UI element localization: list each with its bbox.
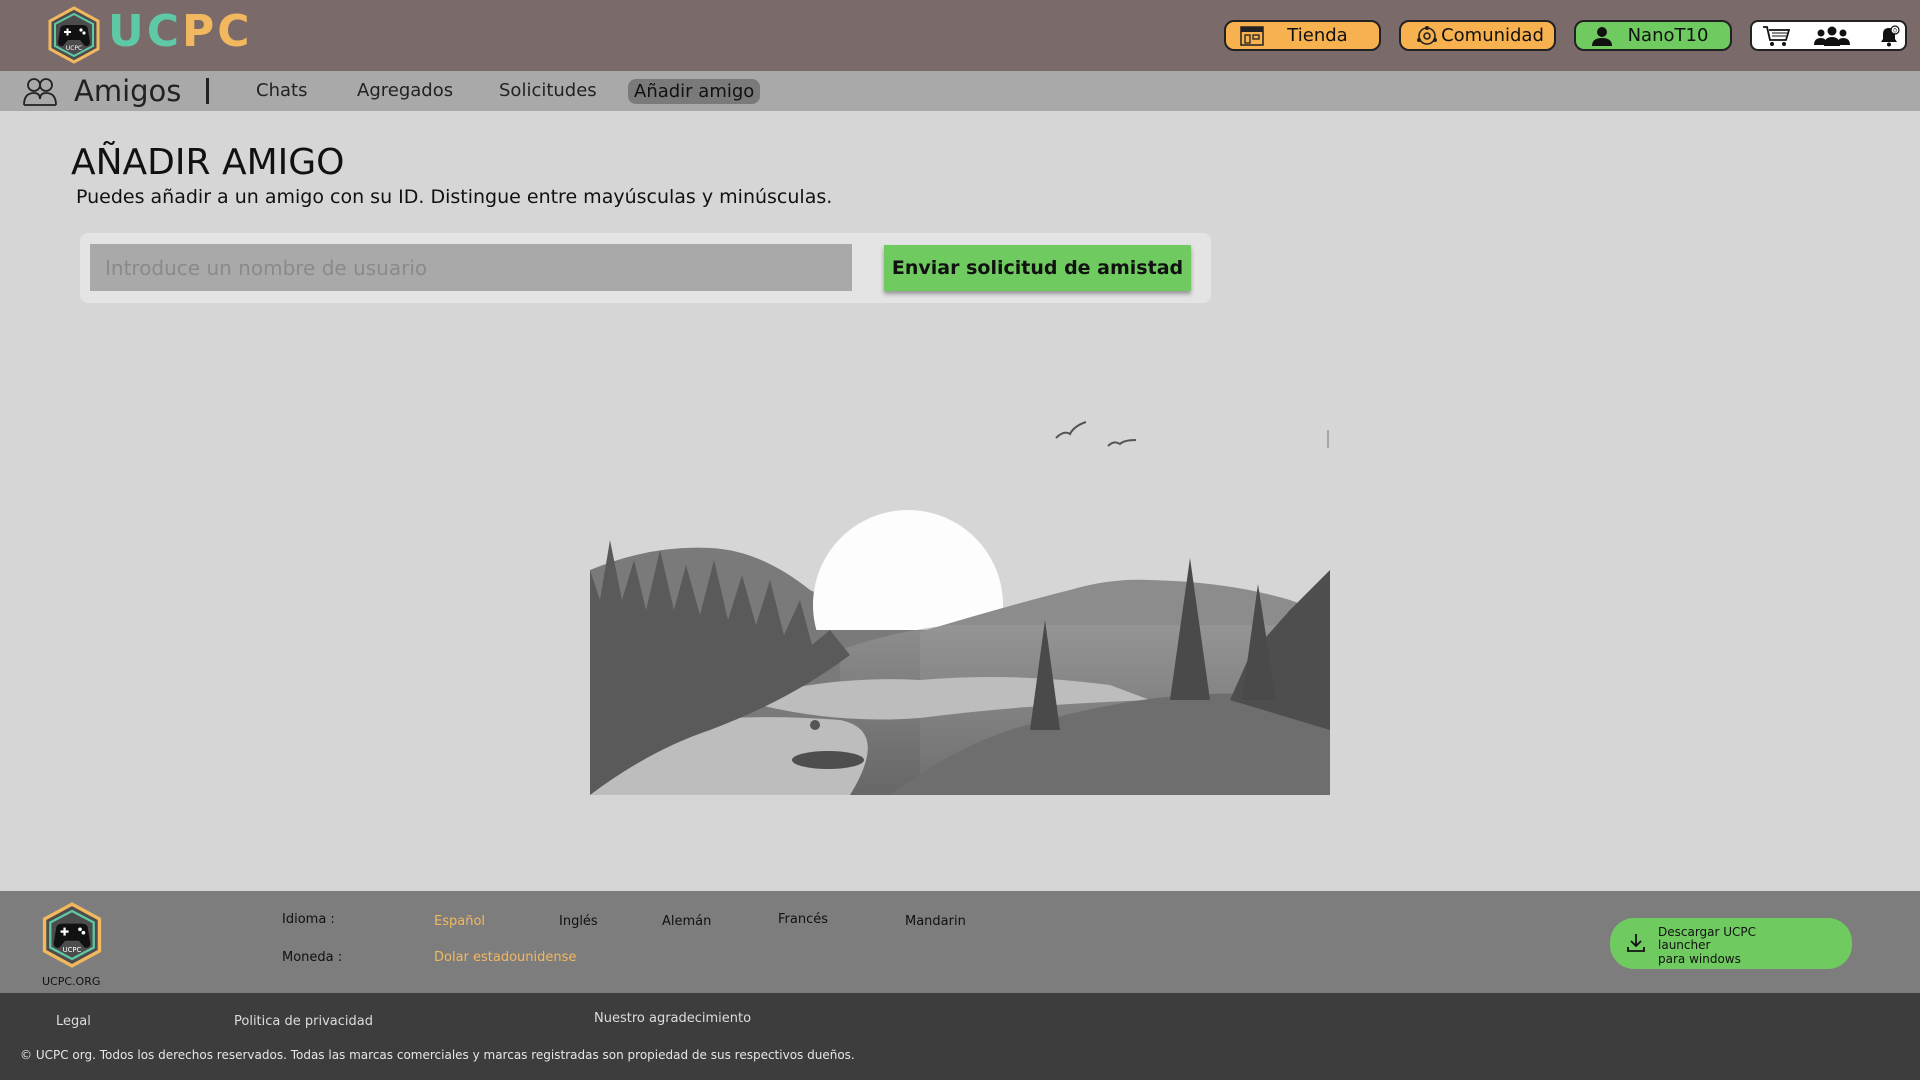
send-friend-request-button[interactable]: Enviar solicitud de amistad	[884, 245, 1191, 291]
brand-wordmark[interactable]: UCPC	[108, 6, 253, 57]
copyright-notice: © UCPC org. Todos los derechos reservado…	[20, 1048, 855, 1062]
cart-icon[interactable]	[1762, 25, 1790, 47]
footer-site-label: UCPC.ORG	[42, 975, 101, 988]
tab-agregados[interactable]: Agregados	[357, 80, 453, 101]
add-friend-form: Enviar solicitud de amistad	[80, 233, 1211, 303]
friends-icon[interactable]	[1814, 25, 1850, 47]
footer-legal: Legal Politica de privacidad Nuestro agr…	[0, 993, 1920, 1080]
download-launcher-button[interactable]: Descargar UCPC launcher para windows	[1610, 918, 1852, 969]
page-description: Puedes añadir a un amigo con su ID. Dist…	[76, 186, 833, 208]
language-option-french[interactable]: Francés	[778, 912, 828, 927]
section-divider	[206, 78, 209, 104]
acknowledgements-link[interactable]: Nuestro agradecimiento	[594, 1011, 751, 1026]
svg-text:UCPC: UCPC	[63, 946, 82, 954]
download-label: Descargar UCPC launcher	[1658, 925, 1757, 952]
tab-add-friend[interactable]: Añadir amigo	[628, 79, 761, 104]
currency-label: Moneda :	[282, 950, 343, 965]
language-option-german[interactable]: Alemán	[662, 914, 711, 929]
language-option-mandarin[interactable]: Mandarin	[905, 914, 966, 929]
quick-actions-bar: 0	[1750, 20, 1907, 51]
user-label: NanoT10	[1627, 25, 1709, 46]
top-navigation-bar: UCPC UCPC Tienda Comunidad NanoT10 0	[0, 0, 1920, 71]
language-option-english[interactable]: Inglés	[559, 914, 598, 929]
notifications-icon[interactable]: 0	[1878, 25, 1900, 47]
svg-text:0: 0	[1893, 28, 1897, 35]
svg-text:UCPC: UCPC	[66, 45, 82, 52]
privacy-policy-link[interactable]: Politica de privacidad	[234, 1014, 373, 1029]
legal-link[interactable]: Legal	[56, 1014, 91, 1029]
community-label: Comunidad	[1441, 25, 1544, 46]
store-button[interactable]: Tienda	[1224, 20, 1381, 51]
landscape-illustration	[590, 421, 1330, 795]
footer-logo-icon[interactable]: UCPC	[40, 901, 104, 969]
tab-chats[interactable]: Chats	[256, 80, 307, 101]
gamepad-logo-icon[interactable]: UCPC	[46, 6, 102, 64]
friends-subnav: Amigos Chats Agregados Solicitudes Añadi…	[0, 71, 1920, 111]
footer-settings: UCPC UCPC.ORG Idioma : Español Inglés Al…	[0, 891, 1920, 993]
community-button[interactable]: Comunidad	[1399, 20, 1556, 51]
store-label: Tienda	[1287, 25, 1348, 46]
page-title: AÑADIR AMIGO	[71, 142, 345, 183]
language-option-spanish[interactable]: Español	[434, 914, 485, 929]
currency-value[interactable]: Dolar estadounidense	[434, 950, 576, 965]
username-input[interactable]	[90, 244, 852, 291]
user-profile-button[interactable]: NanoT10	[1574, 20, 1732, 51]
friends-section-icon	[23, 78, 57, 106]
download-icon	[1627, 934, 1645, 952]
section-title: Amigos	[74, 74, 182, 108]
language-label: Idioma :	[282, 912, 335, 927]
tab-solicitudes[interactable]: Solicitudes	[499, 80, 597, 101]
download-platform-label: para windows	[1658, 952, 1741, 966]
